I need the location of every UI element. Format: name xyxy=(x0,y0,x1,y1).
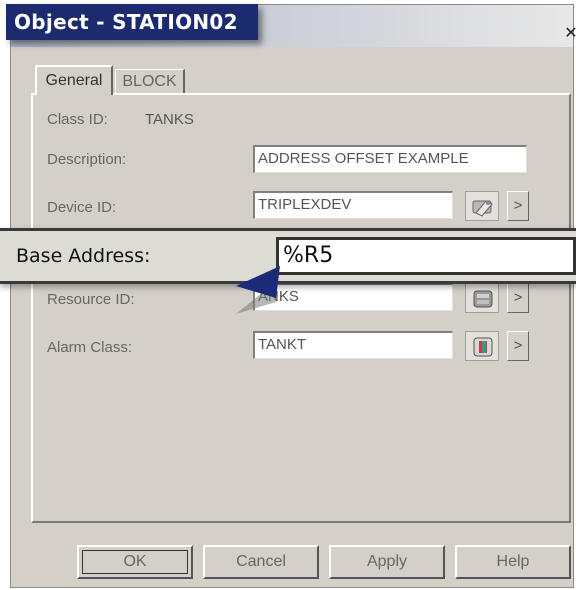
tab-general[interactable]: General xyxy=(35,65,113,95)
object-dialog: ✕ General BLOCK Class ID: TANKS Descript… xyxy=(10,4,576,588)
alarm-class-label: Alarm Class: xyxy=(47,339,133,356)
base-address-field[interactable]: %R5 xyxy=(276,237,576,275)
alarm-class-icon xyxy=(473,337,493,357)
cancel-button[interactable]: Cancel xyxy=(203,545,319,579)
base-address-label: Base Address: xyxy=(16,245,151,267)
resource-id-label: Resource ID: xyxy=(47,291,135,308)
close-button[interactable]: ✕ xyxy=(561,23,576,43)
class-id-value: TANKS xyxy=(145,111,194,128)
alarm-class-more-button[interactable]: > xyxy=(507,331,529,361)
description-field[interactable]: ADDRESS OFFSET EXAMPLE xyxy=(253,145,527,173)
ok-button[interactable]: OK xyxy=(77,545,193,579)
device-browse-icon xyxy=(472,200,493,217)
base-address-callout: Base Address: %R5 xyxy=(0,228,576,284)
resource-id-more-button[interactable]: > xyxy=(507,283,529,313)
window-title: Object - STATION02 xyxy=(6,4,258,40)
pointer-arrow-icon xyxy=(236,266,280,314)
resource-browse-icon xyxy=(473,290,493,308)
description-label: Description: xyxy=(47,151,127,168)
tab-block[interactable]: BLOCK xyxy=(115,69,185,93)
apply-button[interactable]: Apply xyxy=(329,545,445,579)
alarm-class-browse-button[interactable] xyxy=(465,331,499,361)
device-id-field[interactable]: TRIPLEXDEV xyxy=(253,191,453,219)
device-id-label: Device ID: xyxy=(47,199,117,216)
alarm-class-field[interactable]: TANKT xyxy=(253,331,453,359)
class-id-label: Class ID: xyxy=(47,111,108,128)
device-browse-button[interactable] xyxy=(465,191,499,221)
resource-browse-button[interactable] xyxy=(465,283,499,313)
device-id-more-button[interactable]: > xyxy=(507,191,529,221)
help-button[interactable]: Help xyxy=(455,545,571,579)
